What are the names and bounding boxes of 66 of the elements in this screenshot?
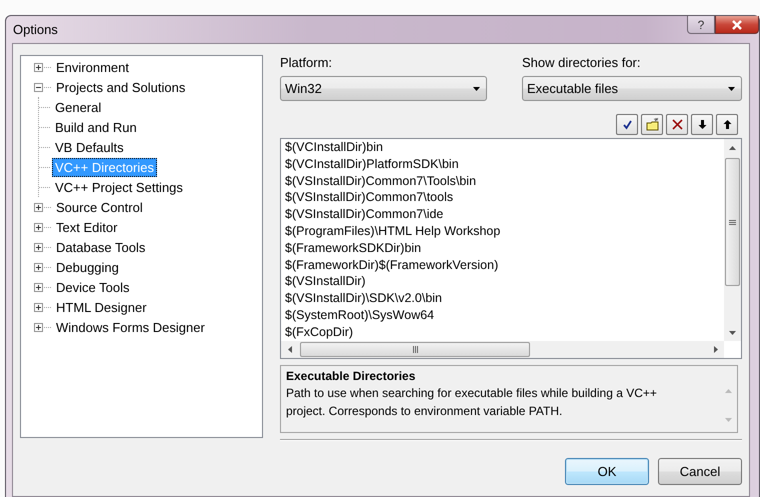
- tree-item[interactable]: General: [52, 98, 104, 116]
- collapse-icon[interactable]: [34, 82, 43, 92]
- grip-icon: [412, 346, 418, 353]
- description-text: Path to use when searching for executable files while building a VC++ project. Corresponds to environment variable PATH.: [286, 385, 658, 420]
- expand-icon[interactable]: [34, 282, 43, 292]
- scroll-up-icon[interactable]: [729, 146, 736, 150]
- close-button[interactable]: [715, 16, 759, 34]
- close-icon: [731, 20, 743, 30]
- toolbar-button[interactable]: [666, 114, 688, 135]
- dropdown-arrow-icon: [728, 86, 735, 90]
- toolbar-button[interactable]: [691, 114, 713, 135]
- expand-icon[interactable]: [34, 222, 43, 232]
- directory-item[interactable]: $(SystemRoot)\SysWow64: [285, 306, 724, 324]
- scroll-right-icon[interactable]: [714, 346, 718, 353]
- expand-icon[interactable]: [34, 322, 43, 332]
- directory-item[interactable]: $(FxCopDir): [285, 324, 724, 341]
- tree-item[interactable]: VC++ Project Settings: [52, 178, 186, 196]
- toolbar-button[interactable]: [716, 114, 738, 135]
- dropdown[interactable]: Win32: [280, 76, 487, 101]
- delete-icon: [670, 118, 684, 131]
- expand-icon[interactable]: [34, 262, 43, 272]
- window-title: Options: [13, 22, 58, 37]
- directory-item[interactable]: $(VSInstallDir)Common7\Tools\bin: [285, 172, 724, 190]
- directory-item[interactable]: $(VCInstallDir)bin: [285, 139, 724, 156]
- tree-item[interactable]: VB Defaults: [52, 138, 127, 156]
- dialog-button[interactable]: Cancel: [658, 458, 742, 485]
- tree-item[interactable]: Text Editor: [53, 218, 120, 236]
- grip-icon: [729, 220, 736, 224]
- toolbar-button[interactable]: [616, 114, 638, 135]
- directory-item[interactable]: $(VSInstallDir)Common7\tools: [285, 189, 724, 206]
- directory-item[interactable]: $(FrameworkSDKDir)bin: [285, 240, 724, 257]
- tree-item[interactable]: Debugging: [53, 258, 122, 276]
- expand-icon[interactable]: [34, 302, 43, 312]
- tree-item[interactable]: Environment: [53, 58, 132, 76]
- dropdown[interactable]: Executable files: [522, 76, 742, 101]
- directory-item[interactable]: $(VSInstallDir): [285, 273, 724, 290]
- tree-item[interactable]: Windows Forms Designer: [53, 318, 208, 336]
- horizontal-scrollbar[interactable]: [281, 341, 724, 358]
- expand-icon[interactable]: [34, 242, 43, 252]
- check-icon: [620, 118, 634, 131]
- tree-item[interactable]: Build and Run: [52, 118, 140, 136]
- scroll-thumb[interactable]: [725, 158, 740, 286]
- field-label: Platform:: [280, 55, 334, 71]
- scroll-left-icon[interactable]: [288, 346, 292, 353]
- scroll-thumb[interactable]: [300, 342, 530, 357]
- tree-item[interactable]: HTML Designer: [53, 298, 150, 316]
- toolbar-button[interactable]: [641, 114, 663, 135]
- description-title: Executable Directories: [286, 368, 416, 384]
- directory-item[interactable]: $(VCInstallDir)PlatformSDK\bin: [285, 156, 724, 173]
- dialog-button[interactable]: OK: [565, 458, 649, 485]
- tree-item[interactable]: Database Tools: [53, 238, 148, 256]
- dropdown-arrow-icon: [473, 86, 480, 90]
- field-label: Show directories for:: [522, 55, 642, 71]
- expand-icon[interactable]: [34, 62, 43, 72]
- directory-item[interactable]: $(VSInstallDir)\SDK\v2.0\bin: [285, 290, 724, 307]
- tree-item[interactable]: Device Tools: [53, 278, 132, 296]
- directory-item[interactable]: $(FrameworkDir)$(FrameworkVersion): [285, 256, 724, 274]
- tree-item[interactable]: Projects and Solutions: [53, 78, 188, 96]
- vertical-scrollbar[interactable]: [724, 139, 741, 341]
- directory-item[interactable]: $(VSInstallDir)Common7\ide: [285, 206, 724, 223]
- scroll-down-icon[interactable]: [729, 330, 736, 334]
- directory-item[interactable]: $(ProgramFiles)\HTML Help Workshop: [285, 222, 724, 240]
- expand-icon[interactable]: [34, 202, 43, 212]
- folder-icon: [646, 118, 658, 131]
- tree-item[interactable]: Source Control: [53, 198, 146, 216]
- help-button[interactable]: ?: [687, 16, 715, 34]
